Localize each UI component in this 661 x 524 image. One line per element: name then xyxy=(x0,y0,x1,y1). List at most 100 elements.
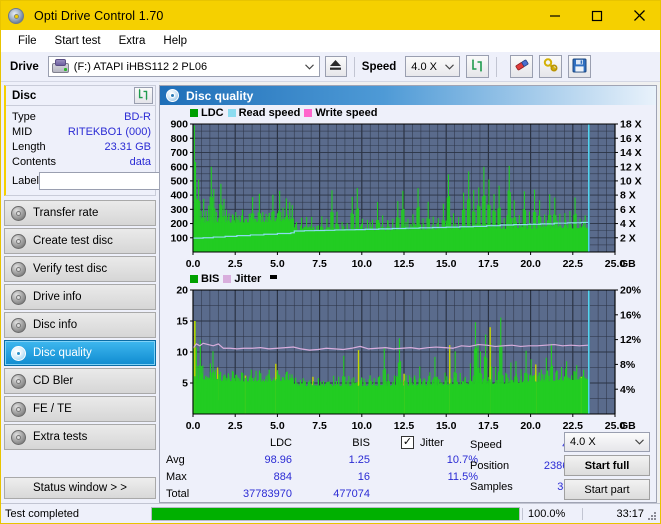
disc-row-mid: MID RITEKBO1 (000) xyxy=(12,124,151,139)
window-title: Opti Drive Control 1.70 xyxy=(34,8,164,23)
menu-start-test[interactable]: Start test xyxy=(46,33,110,49)
speed-select-value: 4.0 X xyxy=(411,60,437,73)
bis-jitter-plot-svg: 51015204%8%12%16%20%0.0 2.5 5.0 7.5 10.0 12.5… xyxy=(176,286,642,432)
svg-text:10 X: 10 X xyxy=(620,175,642,187)
disc-refresh-button[interactable] xyxy=(134,87,153,104)
ldc-plot[interactable]: 100 200 300 400 500 600 700 800 900 2 X 4 X 6 X 8 X 1… xyxy=(162,120,654,272)
sidebar-nav: Transfer rate Create test disc Verify te… xyxy=(4,200,156,450)
save-button[interactable] xyxy=(568,55,592,78)
progress-bar-fill xyxy=(152,507,519,520)
status-text: Test completed xyxy=(5,507,79,520)
disc-row-contents: Contents data xyxy=(12,154,151,169)
sidebar-item-label: Extra tests xyxy=(33,431,88,443)
svg-text:20%: 20% xyxy=(620,286,642,297)
svg-text:15.0: 15.0 xyxy=(436,258,457,270)
svg-text:7.5: 7.5 xyxy=(312,258,327,270)
legend-item-jitter: Jitter xyxy=(223,273,261,285)
sidebar-item-verify-test-disc[interactable]: Verify test disc xyxy=(4,256,156,282)
resize-grip-icon[interactable] xyxy=(647,511,657,521)
legend-swatch xyxy=(190,109,198,117)
stats-col-ldc: LDC xyxy=(269,436,292,449)
disc-icon xyxy=(11,233,26,249)
sidebar-item-cd-bler[interactable]: CD Bler xyxy=(4,368,156,394)
svg-text:20: 20 xyxy=(176,286,188,297)
legend-item-ldc: LDC xyxy=(190,107,224,119)
erase-button[interactable] xyxy=(510,55,534,78)
toolbar-divider-2 xyxy=(496,56,498,77)
tools-button[interactable] xyxy=(539,55,563,78)
legend-item-read-speed: Read speed xyxy=(227,107,300,119)
tools-icon xyxy=(543,57,559,76)
test-speed-select[interactable]: 4.0 X xyxy=(564,432,650,452)
close-button[interactable] xyxy=(618,1,660,30)
svg-text:14 X: 14 X xyxy=(620,147,642,159)
maximize-button[interactable] xyxy=(576,1,618,30)
sidebar-item-label: CD Bler xyxy=(33,375,74,387)
disc-row-value: 23.31 GB xyxy=(104,140,151,153)
bis-chart-legend: BIS Jitter xyxy=(162,272,654,286)
sidebar-item-drive-info[interactable]: Drive info xyxy=(4,284,156,310)
sidebar-item-create-test-disc[interactable]: Create test disc xyxy=(4,228,156,254)
test-controls: 4.0 X Start full Start part xyxy=(564,432,650,503)
svg-text:18 X: 18 X xyxy=(620,120,642,131)
jitter-checkbox[interactable]: ✓ xyxy=(401,436,414,449)
svg-text:300: 300 xyxy=(170,204,188,216)
readout-key: Speed xyxy=(470,438,502,451)
svg-text:15: 15 xyxy=(176,316,188,328)
disc-row-value: BD-R xyxy=(124,110,151,123)
minimize-button[interactable] xyxy=(534,1,576,30)
disc-panel-header: Disc xyxy=(6,86,155,106)
stats-row-avg: Avg 98.96 1.25 10.7% xyxy=(166,451,478,468)
svg-text:5: 5 xyxy=(182,378,188,390)
menu-file[interactable]: File xyxy=(9,33,46,49)
bis-jitter-plot[interactable]: 5 10 15 20 4% 8% 12% 16% 20% 0.0 2.5 5.0 7.5 10.0 12.5… xyxy=(162,286,654,434)
statistics-panel: LDC BIS ✓ Jitter Avg 98.96 1.25 10.7% Ma… xyxy=(160,430,656,502)
drive-select-value: (F:) ATAPI iHBS112 2 PL06 xyxy=(73,60,208,73)
window-controls xyxy=(534,1,660,30)
menu-help[interactable]: Help xyxy=(154,33,196,49)
sidebar-item-disc-info[interactable]: Disc info xyxy=(4,312,156,338)
sidebar-item-fe-te[interactable]: FE / TE xyxy=(4,396,156,422)
test-speed-value: 4.0 X xyxy=(570,436,596,448)
svg-text:22.5: 22.5 xyxy=(563,258,584,270)
disc-icon xyxy=(11,317,26,333)
stats-value-bis: 1.25 xyxy=(348,453,370,466)
drive-select[interactable]: (F:) ATAPI iHBS112 2 PL06 xyxy=(47,56,320,77)
eject-button[interactable] xyxy=(324,56,347,77)
disc-row-value: RITEKBO1 (000) xyxy=(67,125,151,138)
svg-text:600: 600 xyxy=(170,161,188,173)
refresh-button[interactable] xyxy=(466,55,490,78)
toolbar: Drive (F:) ATAPI iHBS112 2 PL06 Speed 4.… xyxy=(1,52,660,82)
status-window-button[interactable]: Status window > > xyxy=(4,477,156,499)
disc-panel-title: Disc xyxy=(12,89,37,102)
drive-label: Drive xyxy=(10,60,39,73)
speed-select[interactable]: 4.0 X xyxy=(405,56,461,77)
start-part-button[interactable]: Start part xyxy=(564,479,650,500)
body: Disc Type BD-R MID RITEKBO1 (000) Length… xyxy=(1,82,660,503)
stats-row-max: Max 884 16 11.5% xyxy=(166,468,478,485)
stats-value-ldc: 37783970 xyxy=(243,487,292,500)
readout-key: Samples xyxy=(470,480,513,493)
legend-swatch xyxy=(223,275,232,283)
sidebar-item-disc-quality[interactable]: Disc quality xyxy=(4,340,156,366)
start-full-button[interactable]: Start full xyxy=(564,455,650,476)
disc-icon xyxy=(11,429,26,445)
disc-icon xyxy=(11,401,26,417)
disc-icon xyxy=(11,205,26,221)
disc-row-value: data xyxy=(129,155,151,168)
stats-value-jitter: 11.5% xyxy=(447,470,478,483)
sidebar-item-label: Verify test disc xyxy=(33,263,108,275)
sidebar-item-transfer-rate[interactable]: Transfer rate xyxy=(4,200,156,226)
legend-item-bis: BIS xyxy=(190,273,219,285)
charts-area: LDC Read speed Write speed 100 200 300 400 5… xyxy=(160,105,656,432)
svg-text:10: 10 xyxy=(176,347,188,359)
page-title: Disc quality xyxy=(186,88,254,103)
menu-extra[interactable]: Extra xyxy=(110,33,155,49)
stats-value-ldc: 98.96 xyxy=(264,453,292,466)
menu-bar: File Start test Extra Help xyxy=(1,30,660,52)
legend-swatch xyxy=(190,275,198,283)
sidebar-item-extra-tests[interactable]: Extra tests xyxy=(4,424,156,450)
svg-text:20.0: 20.0 xyxy=(520,258,541,270)
chevron-down-icon xyxy=(445,57,455,76)
